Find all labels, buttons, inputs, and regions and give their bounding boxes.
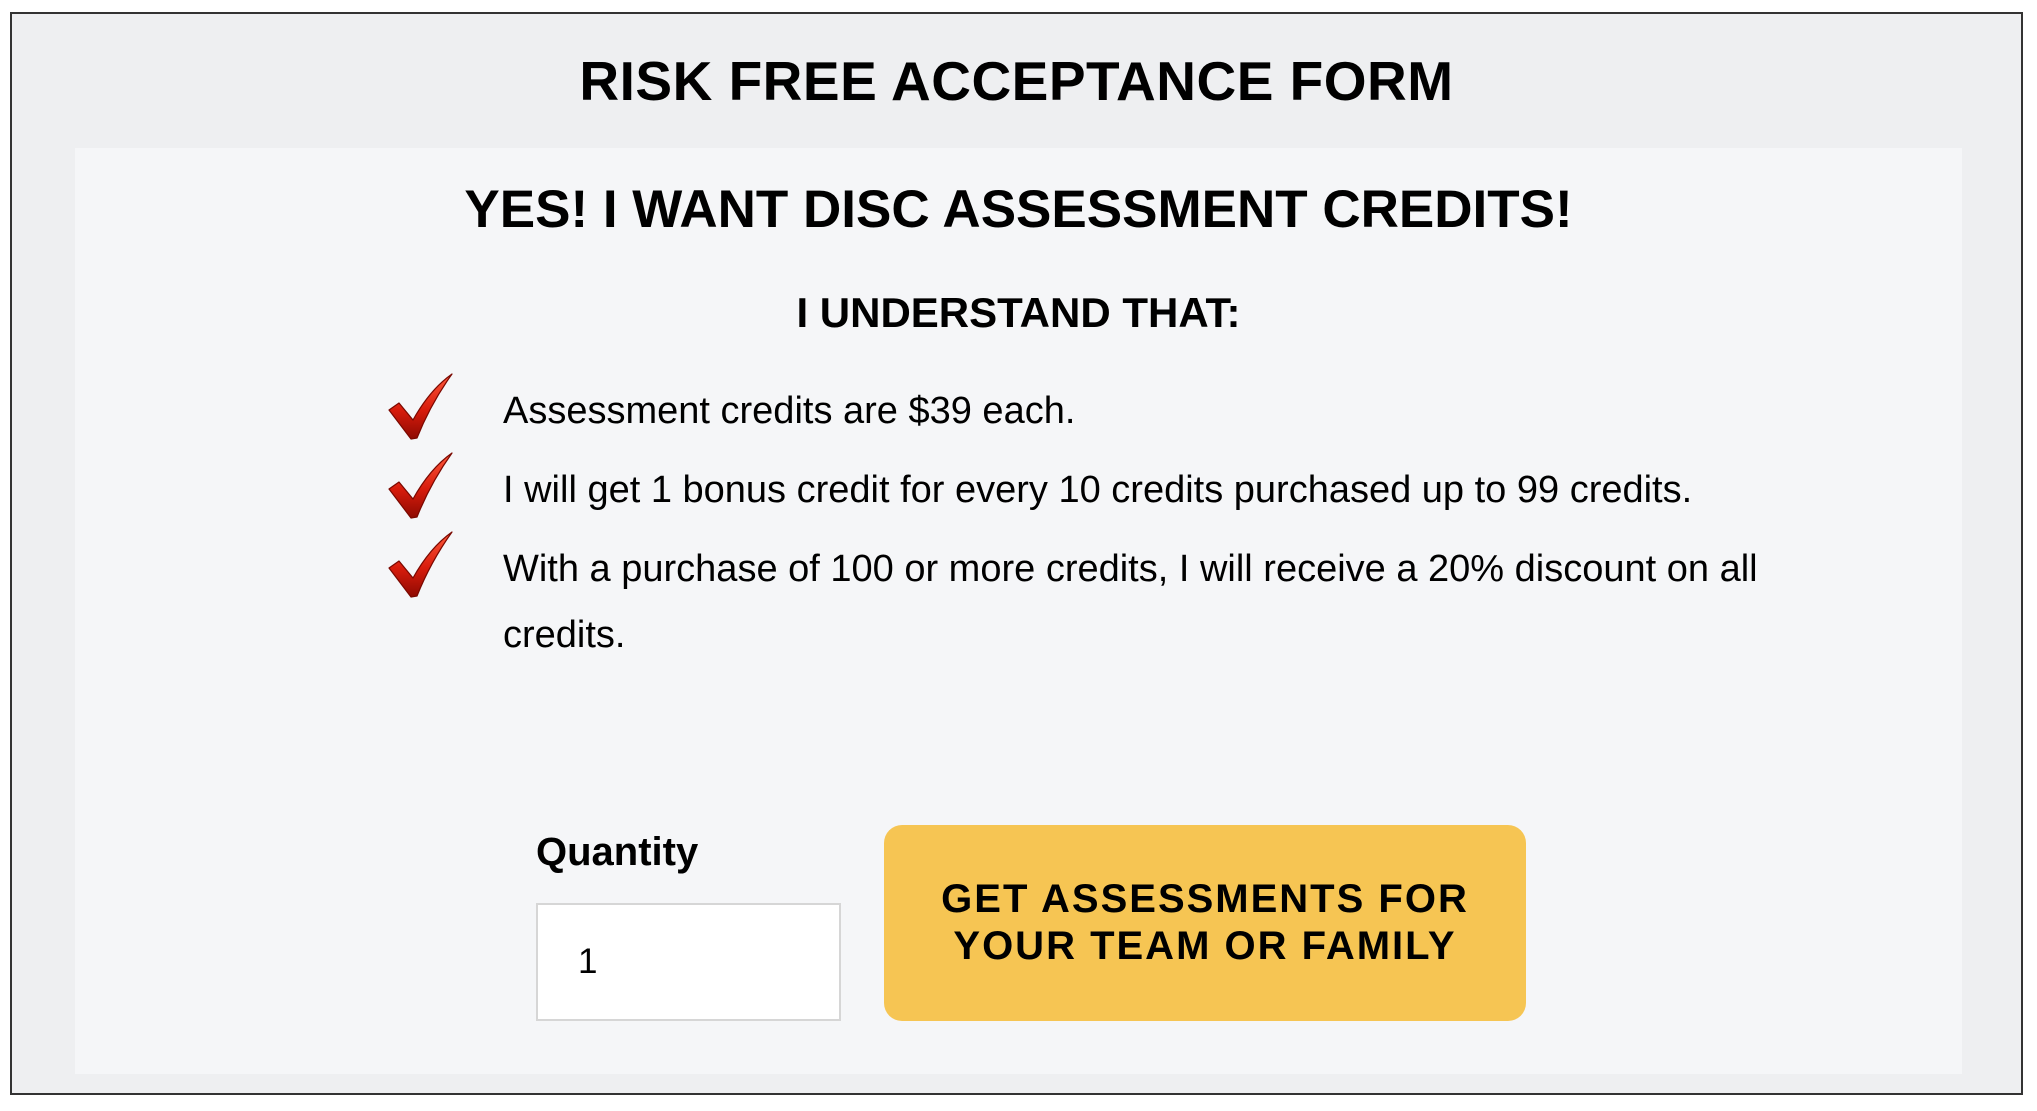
quantity-label: Quantity (536, 830, 699, 874)
get-assessments-button[interactable]: GET ASSESSMENTS FOR YOUR TEAM OR FAMILY (884, 825, 1526, 1021)
benefit-text: Assessment credits are $39 each. (503, 390, 1076, 432)
offer-headline: YES! I WANT DISC ASSESSMENT CREDITS! (464, 180, 1573, 239)
benefit-item: I will get 1 bonus credit for every 10 c… (385, 452, 1855, 523)
benefit-text: I will get 1 bonus credit for every 10 c… (503, 469, 1693, 511)
understand-subhead: I UNDERSTAND THAT: (796, 289, 1241, 336)
benefit-item: With a purchase of 100 or more credits, … (385, 531, 1855, 668)
quantity-input[interactable] (536, 903, 841, 1021)
offer-panel: YES! I WANT DISC ASSESSMENT CREDITS! I U… (75, 148, 1962, 1074)
benefit-item: Assessment credits are $39 each. (385, 373, 1855, 444)
benefit-list: Assessment credits are $39 each. I will … (385, 373, 1855, 681)
red-checkmark-icon (388, 373, 453, 440)
form-title: RISK FREE ACCEPTANCE FORM (579, 50, 1454, 112)
red-checkmark-icon (388, 531, 453, 598)
red-checkmark-icon (388, 452, 453, 519)
acceptance-form-frame: RISK FREE ACCEPTANCE FORM YES! I WANT DI… (10, 12, 2023, 1095)
benefit-text: With a purchase of 100 or more credits, … (503, 548, 1758, 656)
